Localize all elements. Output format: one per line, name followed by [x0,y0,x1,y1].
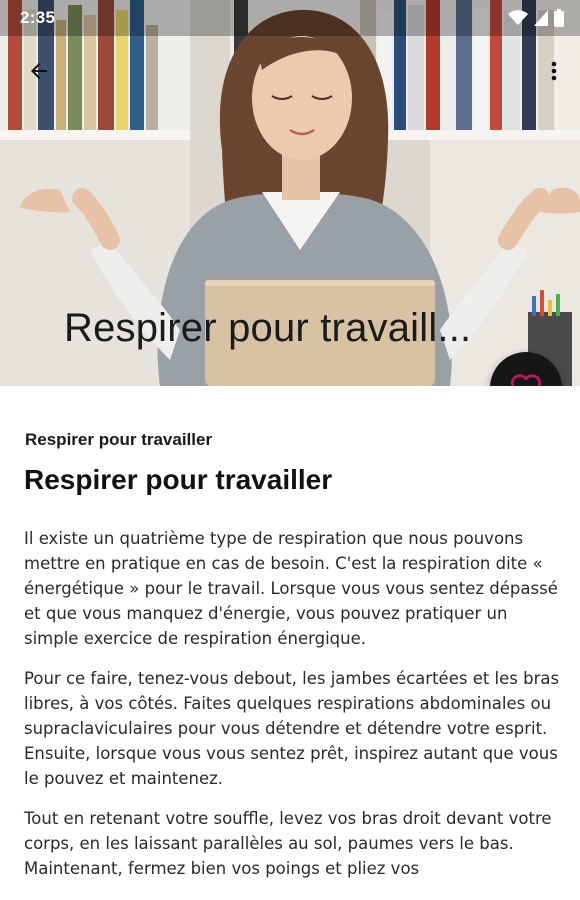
status-icons [508,9,564,27]
article-subtitle: Respirer pour travailler [25,430,213,449]
article-paragraph: Il existe un quatrième type de respirati… [24,529,558,648]
more-vert-icon [551,61,557,81]
article-screen: 2:35 Respirer pour travaill... Respirer … [0,0,580,900]
status-time: 2:35 [20,8,56,27]
article-headline: Respirer pour travailler [24,464,333,495]
battery-icon [554,9,564,27]
hero-title: Respirer pour travaill... [64,306,472,350]
back-button[interactable] [22,54,56,88]
article-paragraph: Pour ce faire, tenez-vous debout, les ja… [24,669,560,788]
article-content: Respirer pour travailler Respirer pour t… [0,386,580,900]
status-bar: 2:35 [0,0,580,36]
wifi-icon [508,10,528,25]
article-paragraph: Tout en retenant votre souffle, levez vo… [24,809,552,878]
hero-header: 2:35 Respirer pour travaill... [0,0,580,386]
more-options-button[interactable] [542,54,566,88]
arrow-back-icon [31,63,47,79]
article-body: Il existe un quatrième type de respirati… [24,526,564,896]
cellular-signal-icon [534,10,548,26]
